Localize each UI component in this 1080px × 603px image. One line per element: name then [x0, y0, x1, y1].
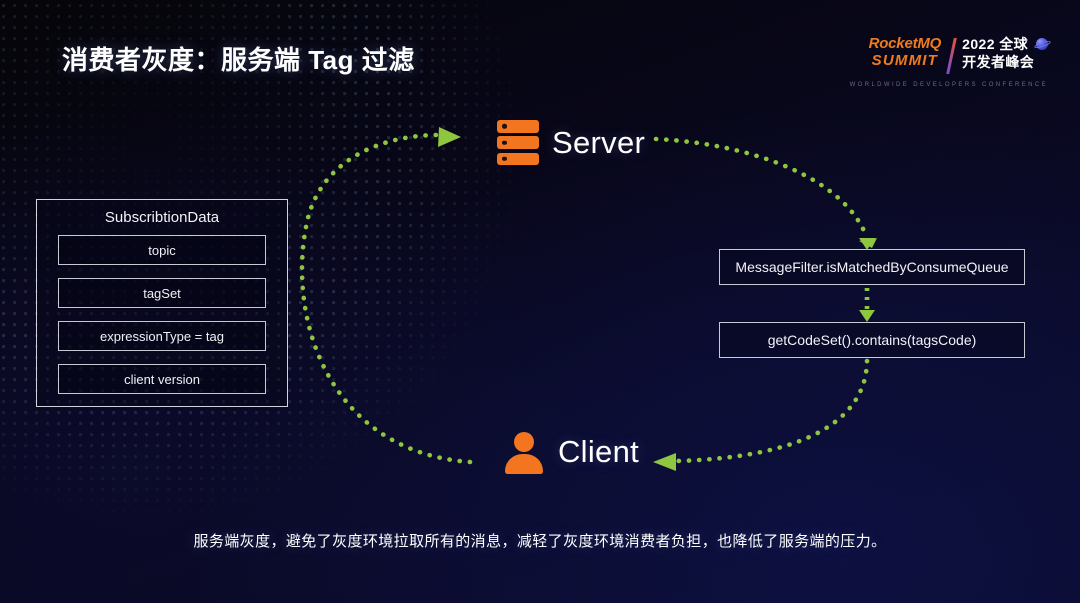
page-title: 消费者灰度：服务端 Tag 过滤 — [62, 45, 415, 75]
node-client: Client — [503, 430, 639, 474]
node-server: Server — [497, 120, 645, 165]
server-bar — [497, 120, 539, 133]
panel-row-tagset: tagSet — [58, 278, 266, 308]
panel-row-list: topic tagSet expressionType = tag client… — [37, 235, 287, 394]
user-icon-head — [514, 432, 534, 452]
panel-row-label: topic — [148, 242, 176, 258]
panel-row-label: expressionType = tag — [100, 328, 224, 344]
box-message-filter: MessageFilter.isMatchedByConsumeQueue — [719, 249, 1025, 285]
box-get-code-set-label: getCodeSet().contains(tagsCode) — [767, 332, 977, 348]
planet-icon — [1033, 37, 1052, 52]
node-server-label: Server — [552, 124, 646, 160]
server-bar — [497, 136, 539, 149]
node-client-label: Client — [558, 434, 640, 469]
user-icon — [503, 430, 545, 474]
server-icon — [497, 120, 539, 165]
panel-row-expressiontype: expressionType = tag — [58, 321, 266, 351]
box-get-code-set: getCodeSet().contains(tagsCode) — [719, 322, 1025, 358]
edge-server-to-filter-arrowhead — [859, 238, 877, 248]
panel-row-topic: topic — [58, 235, 266, 265]
logo-event-year-text: 2022 全球 — [962, 36, 1028, 52]
edge-client-to-server-arrowhead — [438, 127, 461, 147]
edge-codeset-to-client-arrowhead — [653, 453, 676, 471]
logo-brand: RocketMQ SUMMIT — [869, 36, 951, 69]
logo-brand-summit: SUMMIT — [871, 51, 939, 69]
logo-brand-rocketmq: RocketMQ — [868, 35, 942, 52]
panel-row-label: client version — [124, 371, 200, 387]
edge-codeset-to-client — [675, 358, 870, 464]
logo-event: 2022 全球 开发者峰会 — [953, 36, 1052, 72]
footer-caption: 服务端灰度，避免了灰度环境拉取所有的消息，减轻了灰度环境消费者负担，也降低了服务… — [193, 533, 887, 550]
slide-root: 消费者灰度：服务端 Tag 过滤 RocketMQ SUMMIT 2022 全球… — [0, 0, 1080, 603]
logo-tagline: WORLDWIDE DEVELOPERS CONFERENCE — [849, 82, 1048, 88]
logo-event-name: 开发者峰会 — [962, 53, 1035, 70]
user-icon-body — [505, 454, 543, 474]
panel-title: SubscribtionData — [104, 209, 220, 226]
logo-event-year: 2022 全球 — [962, 36, 1052, 54]
server-bar — [497, 152, 539, 165]
panel-row-label: tagSet — [143, 285, 181, 301]
edge-filter-to-codeset-arrowhead — [859, 310, 875, 322]
panel-row-client-version: client version — [58, 364, 266, 394]
edge-client-to-server — [299, 132, 473, 465]
subscription-data-panel: SubscribtionData topic tagSet expression… — [36, 199, 288, 407]
edge-server-to-filter — [653, 136, 870, 241]
box-message-filter-label: MessageFilter.isMatchedByConsumeQueue — [735, 259, 1009, 275]
